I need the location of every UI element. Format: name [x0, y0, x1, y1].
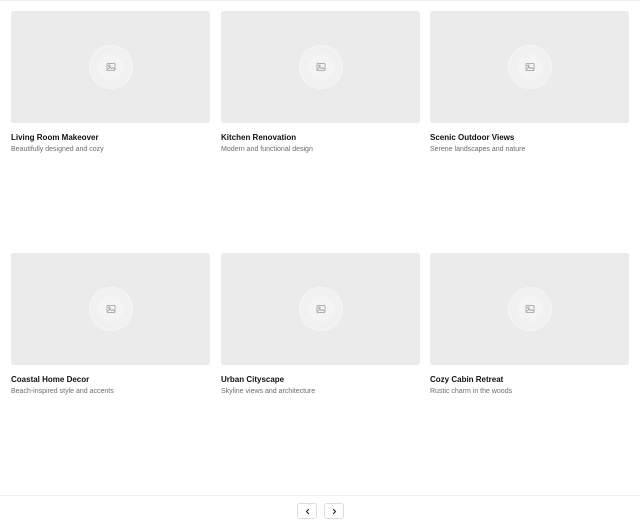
next-page-button[interactable] — [324, 503, 344, 519]
card-title: Kitchen Renovation — [221, 133, 297, 142]
gallery-card[interactable]: Scenic Outdoor Views Serene landscapes a… — [430, 11, 629, 155]
card-description: Skyline views and architecture — [221, 388, 316, 395]
gallery-card[interactable]: Coastal Home Decor Beach-inspired style … — [11, 253, 210, 397]
card-description: Beach-inspired style and accents — [11, 388, 114, 395]
card-thumbnail[interactable] — [221, 11, 420, 123]
card-thumbnail[interactable] — [430, 253, 629, 365]
chevron-right-icon — [332, 508, 336, 514]
chevron-left-icon — [305, 508, 309, 514]
card-thumbnail[interactable] — [11, 253, 210, 365]
card-description: Modern and functional design — [221, 146, 313, 153]
image-placeholder-icon — [88, 287, 133, 331]
card-title: Urban Cityscape — [221, 375, 285, 384]
card-thumbnail[interactable] — [221, 253, 420, 365]
gallery-card[interactable]: Cozy Cabin Retreat Rustic charm in the w… — [430, 253, 629, 397]
card-description: Rustic charm in the woods — [430, 388, 513, 395]
image-placeholder-icon — [88, 45, 133, 89]
top-divider — [0, 0, 640, 1]
gallery-card[interactable]: Urban Cityscape Skyline views and archit… — [221, 253, 420, 397]
image-placeholder-icon — [298, 45, 343, 89]
card-title: Coastal Home Decor — [11, 375, 90, 384]
card-title: Scenic Outdoor Views — [430, 133, 515, 142]
card-thumbnail[interactable] — [11, 11, 210, 123]
image-placeholder-icon — [507, 45, 552, 89]
card-title: Cozy Cabin Retreat — [430, 375, 504, 384]
gallery-card[interactable]: Living Room Makeover Beautifully designe… — [11, 11, 210, 155]
card-thumbnail[interactable] — [430, 11, 629, 123]
image-placeholder-icon — [507, 287, 552, 331]
pagination-bar — [0, 495, 640, 527]
previous-page-button[interactable] — [297, 503, 317, 519]
card-description: Serene landscapes and nature — [430, 146, 526, 153]
card-description: Beautifully designed and cozy — [11, 146, 104, 153]
image-placeholder-icon — [298, 287, 343, 331]
card-title: Living Room Makeover — [11, 133, 99, 142]
gallery-card[interactable]: Kitchen Renovation Modern and functional… — [221, 11, 420, 155]
